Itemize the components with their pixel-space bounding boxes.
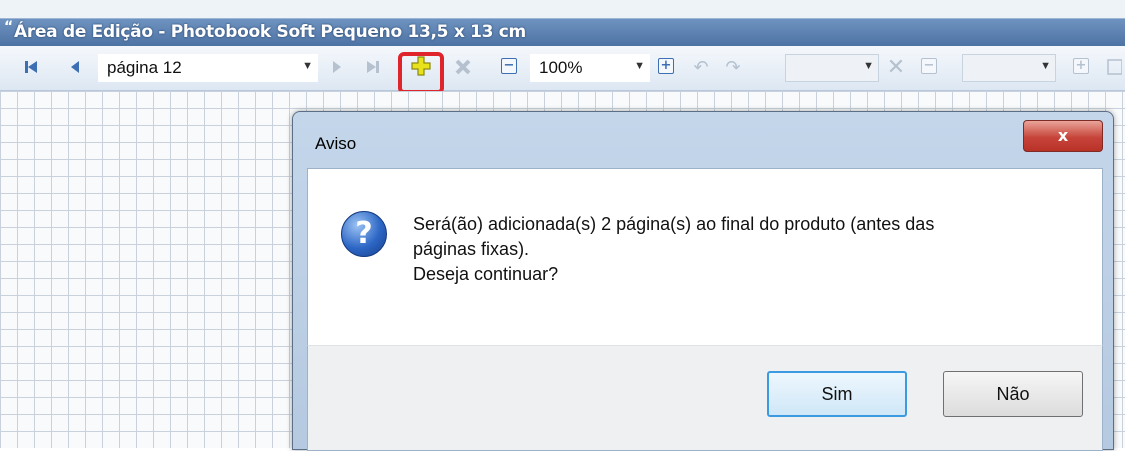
page-select[interactable]: página 12 ▼ [98, 54, 318, 82]
decrease-icon[interactable]: − [921, 58, 937, 74]
chevron-down-icon: ▼ [1040, 60, 1051, 72]
size-select[interactable]: ▼ [962, 54, 1056, 82]
clear-icon[interactable]: ✕ [885, 55, 907, 80]
close-icon: x [1057, 126, 1069, 145]
window-title: Área de Edição - Photobook Soft Pequeno … [14, 22, 526, 42]
chevron-down-icon: ▼ [863, 60, 874, 72]
message-line: Será(ão) adicionada(s) 2 página(s) ao fi… [413, 214, 935, 234]
next-page-icon[interactable] [326, 56, 348, 78]
yes-button[interactable]: Sim [767, 371, 907, 417]
confirm-dialog: Aviso x ? Será(ão) adicionada(s) 2 págin… [292, 111, 1114, 451]
increase-icon[interactable]: + [1073, 58, 1089, 74]
chevron-down-icon: ▼ [634, 60, 645, 72]
add-page-highlight [398, 52, 444, 94]
dialog-message: Será(ão) adicionada(s) 2 página(s) ao fi… [413, 212, 1053, 287]
zoom-select[interactable]: 100% ▼ [530, 54, 650, 82]
format-icon[interactable] [1103, 56, 1125, 78]
delete-page-icon[interactable] [452, 56, 474, 78]
chevron-down-icon: ▼ [302, 60, 313, 72]
previous-page-icon[interactable] [64, 56, 86, 78]
question-icon: ? [341, 211, 387, 257]
undo-icon[interactable]: ↶ [690, 56, 712, 78]
first-page-icon[interactable] [20, 56, 42, 78]
close-button[interactable]: x [1023, 120, 1103, 152]
window-corner-mark: “ [4, 19, 14, 35]
title-bar: “ Área de Edição - Photobook Soft Pequen… [0, 18, 1125, 47]
font-select[interactable]: ▼ [785, 54, 879, 82]
zoom-out-icon[interactable]: − [501, 58, 517, 74]
no-button[interactable]: Não [943, 371, 1083, 417]
message-line: Deseja continuar? [413, 264, 559, 284]
last-page-icon[interactable] [362, 56, 384, 78]
message-line: páginas fixas). [413, 239, 530, 259]
zoom-in-icon[interactable]: + [658, 58, 674, 74]
redo-icon[interactable]: ↷ [722, 56, 744, 78]
toolbar: página 12 ▼ − 100% ▼ + ↶ ↷ ▼ ✕ − ▼ + [0, 46, 1125, 91]
page-select-value: página 12 [107, 58, 182, 77]
zoom-select-value: 100% [539, 58, 583, 77]
dialog-title: Aviso [315, 134, 357, 153]
